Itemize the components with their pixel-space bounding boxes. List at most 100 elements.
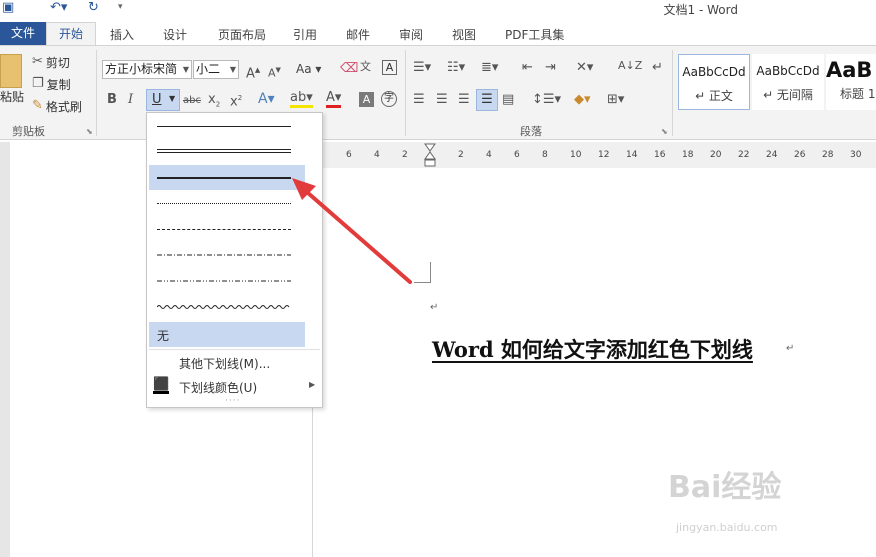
underline-none[interactable]: 无 <box>149 322 305 347</box>
ruler-tick-label: 24 <box>766 150 778 160</box>
more-underlines-item[interactable]: 其他下划线(M)... <box>149 351 320 376</box>
strikethrough-icon[interactable]: abc <box>183 93 201 109</box>
underline-single[interactable] <box>149 114 305 139</box>
clipboard-launcher-icon[interactable]: ⬊ <box>86 127 93 136</box>
phonetic-guide-icon[interactable]: 文 <box>360 59 371 75</box>
underline-dashed[interactable] <box>149 217 305 242</box>
show-marks-icon[interactable]: ↵ <box>652 60 663 76</box>
subscript-icon[interactable]: x2 <box>208 92 220 113</box>
save-icon[interactable]: ▣ <box>2 0 14 18</box>
scissors-icon: ✂ <box>32 54 43 69</box>
line-spacing-icon[interactable]: ↕☰▾ <box>532 92 561 108</box>
dashed-line-sample <box>157 229 291 230</box>
horizontal-ruler[interactable] <box>312 142 876 168</box>
document-heading[interactable]: Word 如何给文字添加红色下划线 <box>432 334 753 364</box>
redo-icon[interactable]: ↻ <box>88 0 99 18</box>
underline-thick[interactable] <box>149 165 305 190</box>
grow-font-icon[interactable]: A▲ <box>246 62 260 82</box>
menu-divider <box>149 349 320 350</box>
sort-icon[interactable]: A↓Z <box>618 58 642 74</box>
format-painter-button[interactable]: ✎ 格式刷 <box>32 96 82 116</box>
numbering-icon[interactable]: ☷▾ <box>447 60 465 76</box>
paste-button[interactable]: 粘贴 <box>0 88 24 105</box>
chinese-layout-icon[interactable]: ✕▾ <box>576 60 593 76</box>
style-no-spacing[interactable]: AaBbCcDd ↵ 无间隔 <box>752 54 824 110</box>
tab-design[interactable]: 设计 <box>163 26 187 43</box>
ruler-tick-label: 12 <box>598 150 610 160</box>
font-size-combo[interactable]: 小二 ▼ <box>193 60 239 79</box>
copy-button[interactable]: ❐ 复制 <box>32 74 71 94</box>
chevron-down-icon[interactable]: ▼ <box>169 94 175 103</box>
ruler-tick-label: 30 <box>850 150 862 160</box>
ruler-tick-label: 6 <box>346 150 352 160</box>
tab-references[interactable]: 引用 <box>293 26 317 43</box>
char-shading-icon[interactable]: A <box>359 92 374 107</box>
distribute-icon[interactable]: ▤ <box>502 92 514 108</box>
borders-icon[interactable]: ⊞▾ <box>607 92 624 108</box>
tab-insert[interactable]: 插入 <box>110 26 134 43</box>
font-name-combo[interactable]: 方正小标宋简 ▼ <box>102 60 192 79</box>
align-right-icon[interactable]: ☰ <box>458 92 470 108</box>
tab-home[interactable]: 开始 <box>46 22 96 45</box>
ruler-tick-label: 14 <box>626 150 638 160</box>
underline-dash-dot[interactable] <box>149 243 305 268</box>
customize-qat-icon[interactable]: ▾ <box>118 2 123 12</box>
enclose-char-icon[interactable]: 字 <box>381 91 397 107</box>
indent-marker-icon[interactable] <box>424 143 436 171</box>
line-sample <box>157 152 291 153</box>
underline-dotted[interactable] <box>149 191 305 216</box>
chevron-down-icon: ▼ <box>182 65 189 74</box>
font-color-icon[interactable]: A▾ <box>326 91 342 108</box>
multilevel-list-icon[interactable]: ≣▾ <box>481 60 498 76</box>
italic-icon[interactable]: I <box>128 92 133 108</box>
underline-button[interactable]: U ▼ <box>146 89 180 111</box>
style-sample: AaBbCcDd <box>756 64 820 78</box>
ruler-tick-label: 26 <box>794 150 806 160</box>
tab-pdf-tools[interactable]: PDF工具集 <box>505 26 564 43</box>
cut-button[interactable]: ✂ 剪切 <box>32 52 70 72</box>
align-center-icon[interactable]: ☰ <box>436 92 448 108</box>
paste-icon[interactable] <box>0 54 22 88</box>
decrease-indent-icon[interactable]: ⇤ <box>522 60 533 76</box>
cut-label: 剪切 <box>45 55 70 70</box>
copy-icon: ❐ <box>32 76 44 91</box>
justify-icon[interactable]: ☰ <box>476 89 498 111</box>
ruler-tick-label: 4 <box>374 150 380 160</box>
tab-review[interactable]: 审阅 <box>399 26 423 43</box>
ruler-tick-label: 6 <box>514 150 520 160</box>
resize-handle-icon[interactable]: ···· <box>225 396 240 406</box>
style-normal[interactable]: AaBbCcDd ↵ 正文 <box>678 54 750 110</box>
shrink-font-icon[interactable]: A▼ <box>268 62 281 82</box>
tab-layout[interactable]: 页面布局 <box>218 26 266 43</box>
underline-words[interactable] <box>149 139 305 164</box>
navigation-pane-edge <box>0 142 10 557</box>
dotted-line-sample <box>157 203 291 204</box>
ruler-tick-label: 10 <box>570 150 582 160</box>
paragraph-launcher-icon[interactable]: ⬊ <box>661 127 668 136</box>
clear-format-icon[interactable]: ⌫ <box>340 61 358 77</box>
style-heading-1[interactable]: AaB 标题 1 <box>826 54 876 110</box>
format-painter-label: 格式刷 <box>45 99 82 114</box>
copy-label: 复制 <box>46 77 71 92</box>
style-name: 标题 1 <box>840 87 876 101</box>
change-case-button[interactable]: Aa ▾ <box>296 62 321 76</box>
text-effects-icon[interactable]: A▾ <box>258 91 275 107</box>
undo-icon[interactable]: ↶▾ <box>50 0 67 18</box>
shading-icon[interactable]: ◆▾ <box>574 92 591 108</box>
chevron-right-icon: ▶ <box>309 380 316 389</box>
bold-icon[interactable]: B <box>107 92 117 108</box>
increase-indent-icon[interactable]: ⇥ <box>545 60 556 76</box>
group-separator <box>96 50 97 136</box>
align-left-icon[interactable]: ☰ <box>413 92 425 108</box>
underline-wave[interactable] <box>149 295 305 320</box>
group-separator <box>672 50 673 136</box>
char-border-icon[interactable]: A <box>382 60 397 75</box>
underline-dash-dot-dot[interactable] <box>149 269 305 294</box>
tab-file[interactable]: 文件 <box>0 22 46 45</box>
tab-mailings[interactable]: 邮件 <box>346 26 370 43</box>
highlight-icon[interactable]: ab▾ <box>290 91 313 108</box>
tab-view[interactable]: 视图 <box>452 26 476 43</box>
ruler-tick-label: 4 <box>486 150 492 160</box>
superscript-icon[interactable]: x2 <box>230 90 242 110</box>
bullets-icon[interactable]: ☰▾ <box>413 60 431 76</box>
